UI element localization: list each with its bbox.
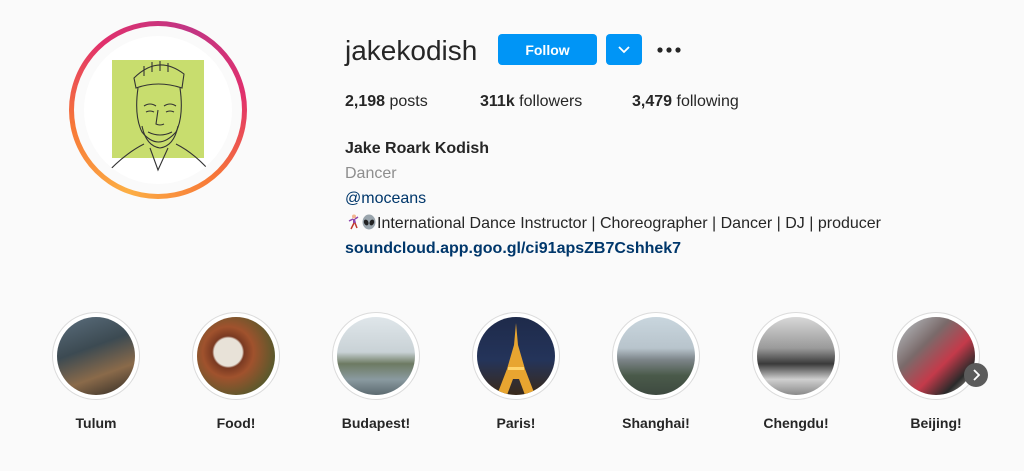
- highlight-label: Tulum: [75, 415, 117, 431]
- full-name: Jake Roark Kodish: [345, 140, 490, 157]
- highlight-label: Food!: [216, 415, 256, 431]
- more-horizontal-icon: [657, 46, 681, 53]
- highlight-cover: [892, 312, 980, 400]
- highlight-cover: [192, 312, 280, 400]
- highlight-label: Budapest!: [341, 415, 411, 431]
- highlight-food[interactable]: Food!: [181, 312, 291, 432]
- following-count: 3,479: [632, 93, 673, 110]
- highlight-label: Paris!: [496, 415, 536, 431]
- suggestions-dropdown-button[interactable]: [606, 34, 642, 65]
- alien-emoji-icon: [362, 214, 376, 230]
- highlight-image: [897, 317, 975, 395]
- highlight-image: [337, 317, 415, 395]
- eiffel-tower-icon: [497, 323, 535, 395]
- highlight-image: [477, 317, 555, 395]
- username: jakekodish: [345, 35, 478, 66]
- posts-label: posts: [389, 93, 428, 110]
- highlight-image: [757, 317, 835, 395]
- highlight-cover: [752, 312, 840, 400]
- avatar-ring-gap: [74, 26, 242, 194]
- followers-stat[interactable]: 311k followers: [480, 92, 582, 112]
- highlight-tulum[interactable]: Tulum: [41, 312, 151, 432]
- highlight-cover: [612, 312, 700, 400]
- following-label: following: [676, 93, 739, 110]
- mention-link[interactable]: @moceans: [345, 186, 1005, 211]
- followers-label: followers: [519, 93, 583, 110]
- bio-description-line: International Dance Instructor | Choreog…: [345, 211, 1005, 236]
- highlight-cover: [472, 312, 560, 400]
- highlight-image: [57, 317, 135, 395]
- highlight-chengdu[interactable]: Chengdu!: [741, 312, 851, 432]
- highlight-shanghai[interactable]: Shanghai!: [601, 312, 711, 432]
- highlights-next-button[interactable]: [964, 363, 988, 387]
- profile-avatar[interactable]: [69, 21, 247, 199]
- external-link[interactable]: soundcloud.app.goo.gl/ci91apsZB7Cshhek7: [345, 236, 1005, 261]
- category-label: Dancer: [345, 165, 397, 182]
- posts-count: 2,198: [345, 93, 386, 110]
- highlight-label: Chengdu!: [763, 415, 829, 431]
- highlight-label: Shanghai!: [622, 415, 690, 431]
- follow-button[interactable]: Follow: [498, 34, 597, 65]
- chevron-down-icon: [618, 45, 630, 53]
- bio-description: International Dance Instructor | Choreog…: [377, 215, 881, 232]
- following-stat[interactable]: 3,479 following: [632, 92, 739, 112]
- highlight-budapest[interactable]: Budapest!: [321, 312, 431, 432]
- posts-stat: 2,198 posts: [345, 92, 428, 112]
- highlight-image: [197, 317, 275, 395]
- dancer-emoji-icon: [348, 214, 359, 230]
- chevron-right-icon: [973, 369, 980, 381]
- highlight-cover: [52, 312, 140, 400]
- avatar-photo: [84, 36, 232, 184]
- more-options-button[interactable]: [654, 34, 684, 65]
- highlight-cover: [332, 312, 420, 400]
- followers-count: 311k: [480, 93, 515, 110]
- highlight-label: Beijing!: [910, 415, 962, 431]
- highlight-image: [617, 317, 695, 395]
- profile-bio: Jake Roark Kodish Dancer @moceans Intern…: [345, 136, 1005, 261]
- highlight-paris[interactable]: Paris!: [461, 312, 571, 432]
